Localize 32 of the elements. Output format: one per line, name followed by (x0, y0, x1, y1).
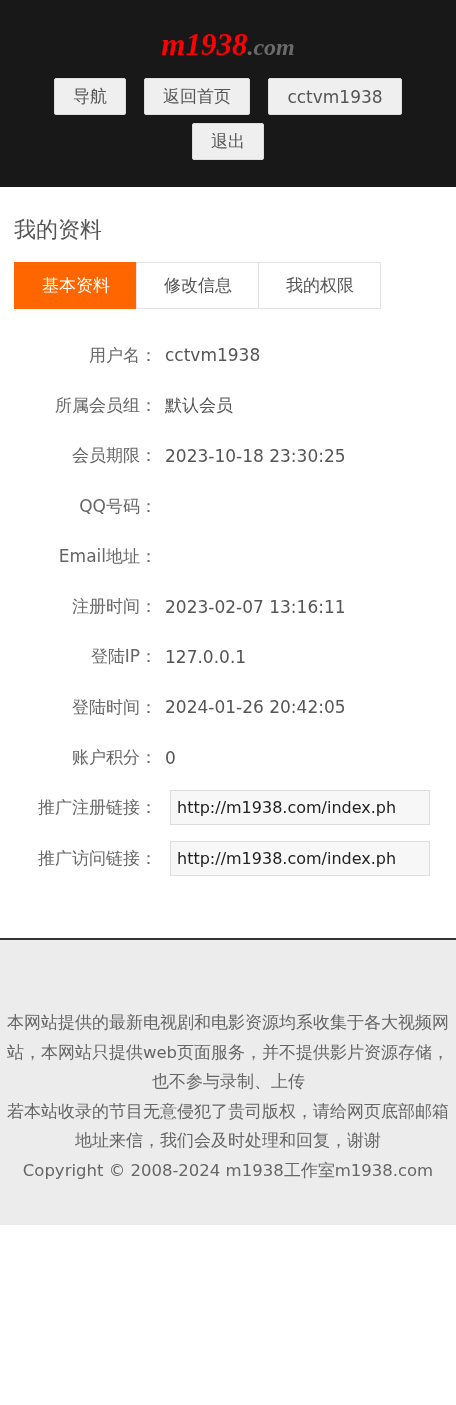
link-field[interactable]: http://m1938.com/index.ph (170, 790, 430, 826)
field-label: 用户名： (88, 343, 157, 367)
disclaimer-text: 若本站收录的节目无意侵犯了贵司版权，请给网页底部邮箱地址来信，我们会及时处理和回复，谢谢 (6, 1100, 450, 1153)
field-value: cctvm1938 (165, 345, 261, 366)
field-label: 注册时间： (71, 595, 157, 619)
field-value: 默认会员 (165, 393, 233, 417)
copyright-text: Copyright © 2008-2024 m1938工作室m1938.com (21, 1159, 435, 1182)
page-title: 我的资料 (14, 216, 103, 244)
tab[interactable]: 我的权限 (258, 262, 381, 309)
field-label: 推广访问链接： (37, 846, 157, 870)
field-label: 账户积分： (71, 746, 157, 769)
field-label: 登陆时间： (71, 695, 157, 719)
field-label: Email地址： (57, 544, 157, 568)
field-value: 127.0.0.1 (165, 646, 247, 667)
logo-name[interactable]: m1938 (161, 27, 248, 62)
link-field[interactable]: http://m1938.com/index.ph (170, 840, 430, 876)
nav-button[interactable]: 返回首页 (144, 78, 251, 115)
tab[interactable]: 修改信息 (136, 262, 259, 309)
field-value: 2024-01-26 20:42:05 (165, 697, 346, 718)
nav-button[interactable]: cctvm1938 (268, 78, 402, 115)
field-label: QQ号码： (78, 494, 157, 518)
field-value: 0 (165, 747, 176, 768)
field-value: 2023-10-18 23:30:25 (165, 445, 346, 466)
field-label: 所属会员组： (54, 393, 157, 417)
nav-button[interactable]: 导航 (54, 78, 127, 115)
field-label: 会员期限： (71, 444, 157, 468)
field-label: 登陆IP： (89, 645, 157, 669)
logo-domain: .com (247, 34, 295, 60)
disclaimer-text: 本网站提供的最新电视剧和电影资源均系收集于各大视频网站，本网站只提供web页面服务，并不提供影片资源存储，也不参与录制、上传 (5, 1012, 451, 1094)
nav-button[interactable]: 退出 (192, 123, 264, 160)
field-label: 推广注册链接： (37, 796, 157, 820)
field-value: 2023-02-07 13:16:11 (165, 596, 346, 617)
